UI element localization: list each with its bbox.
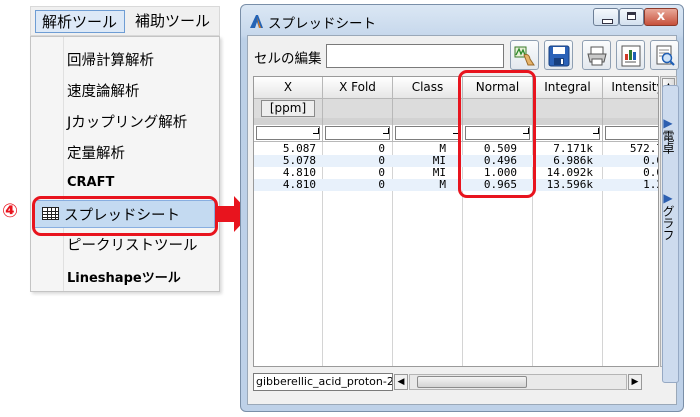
header-gap [533,118,603,125]
header-gap [254,118,323,125]
column-header-class[interactable]: Class [393,77,463,99]
column-header-x-fold[interactable]: X Fold [323,77,393,99]
side-tab-panel: ▶電卓 ▶グラフ [661,85,679,383]
unit-cell [533,99,603,118]
spreadsheet-table: X X Fold Class Normal Integral Intensity… [253,76,659,367]
unit-cell [393,99,463,118]
filter-cell-integral[interactable] [533,125,603,142]
table-row[interactable]: 4.810 0 M 0.965 13.596k 1.2 [254,179,658,191]
cell-intensity[interactable]: 1.2 [603,179,658,191]
filter-input[interactable] [605,126,658,140]
unit-cell [323,99,393,118]
chart-table-icon [621,45,641,67]
save-button[interactable] [544,40,573,70]
close-button[interactable]: x [644,8,678,26]
cell-edit-label: セルの編集 [254,51,322,67]
filter-corner-icon [593,128,599,134]
expand-triangle-icon: ▶ [661,191,675,205]
window-title: スプレッドシート [268,16,376,32]
column-header-x[interactable]: X [254,77,323,99]
cell-x-fold[interactable]: 0 [323,179,385,191]
normal-column-highlight-box [458,70,536,198]
filename-field[interactable]: gibberellic_acid_proton-2 [253,373,393,391]
cell-class[interactable]: MI [393,167,446,179]
menu-item-craft[interactable]: CRAFT [67,175,114,190]
cell-x-fold[interactable]: 0 [323,167,385,179]
inspect-button[interactable] [650,40,679,70]
filter-corner-icon [383,128,389,134]
filter-cell-x[interactable] [254,125,323,142]
inspect-icon [656,45,675,66]
unit-ppm-button[interactable]: [ppm] [260,100,316,117]
step-number-4: ④ [2,200,19,222]
column-header-integral[interactable]: Integral [533,77,603,99]
side-tab-graph[interactable]: ▶グラフ [661,191,677,241]
menu-item-kinetics[interactable]: 速度論解析 [67,80,140,101]
menu-item-peak-list[interactable]: ピークリストツール [67,234,198,255]
filter-cell-x-fold[interactable] [323,125,393,142]
peak-pick-icon [514,46,535,66]
menu-auxiliary-tools[interactable]: 補助ツール [129,10,216,33]
horizontal-scroll-thumb[interactable] [417,376,527,388]
menu-item-regression[interactable]: 回帰計算解析 [67,49,154,70]
spreadsheet-highlight-box [32,196,218,236]
filter-input[interactable] [325,126,390,140]
unit-cell [603,99,658,118]
app-logo-icon [250,15,263,28]
peak-pick-button[interactable] [510,40,539,70]
scroll-left-icon[interactable]: ◀ [394,374,408,390]
filter-input[interactable] [256,126,320,140]
print-button[interactable] [582,40,611,70]
header-gap [603,118,658,125]
dropdown-icon-gutter [63,37,64,291]
expand-triangle-icon: ▶ [661,116,675,130]
filter-cell-intensity[interactable] [603,125,658,142]
scroll-right-icon[interactable]: ▶ [628,374,642,390]
cell-x[interactable]: 4.810 [254,179,316,191]
side-tab-graph-label: グラフ [661,205,675,241]
filter-corner-icon [313,128,319,134]
unit-cell-x: [ppm] [254,99,323,118]
filter-input[interactable] [535,126,600,140]
header-gap [393,118,463,125]
side-tab-calculator-label: 電卓 [661,130,675,154]
save-icon [548,45,570,67]
footer-bar: gibberellic_acid_proton-2 ◀ ▶ [253,373,643,391]
menubar: 解析ツール 補助ツール [30,6,220,36]
chart-table-button[interactable] [616,40,645,70]
close-icon: x [656,9,666,24]
spreadsheet-window: スプレッドシート x セルの編集 X X Fold Class Normal I… [240,4,684,412]
menu-item-lineshape[interactable]: Lineshapeツール [67,267,181,286]
cell-x-fold[interactable]: 0 [323,143,385,155]
horizontal-scrollbar[interactable] [409,374,627,390]
minimize-button[interactable] [593,8,619,26]
cell-integral[interactable]: 13.596k [533,179,593,191]
filter-cell-class[interactable] [393,125,463,142]
cell-class[interactable]: M [393,179,446,191]
cell-x-fold[interactable]: 0 [323,155,385,167]
side-tab-calculator[interactable]: ▶電卓 [661,116,677,154]
menu-item-j-coupling[interactable]: Jカップリング解析 [67,111,187,132]
print-icon [587,46,607,66]
minimize-icon [602,19,613,24]
menu-analysis-tools[interactable]: 解析ツール [35,10,125,33]
maximize-icon [627,12,636,20]
column-header-intensity[interactable]: Intensity [603,77,658,99]
filter-input[interactable] [395,126,460,140]
menu-item-quantitative[interactable]: 定量解析 [67,142,125,163]
header-gap [323,118,393,125]
analysis-tools-dropdown: 回帰計算解析 速度論解析 Jカップリング解析 定量解析 CRAFT スプレッドシ… [30,36,220,292]
maximize-button[interactable] [619,8,644,26]
cell-edit-input[interactable] [326,44,504,68]
